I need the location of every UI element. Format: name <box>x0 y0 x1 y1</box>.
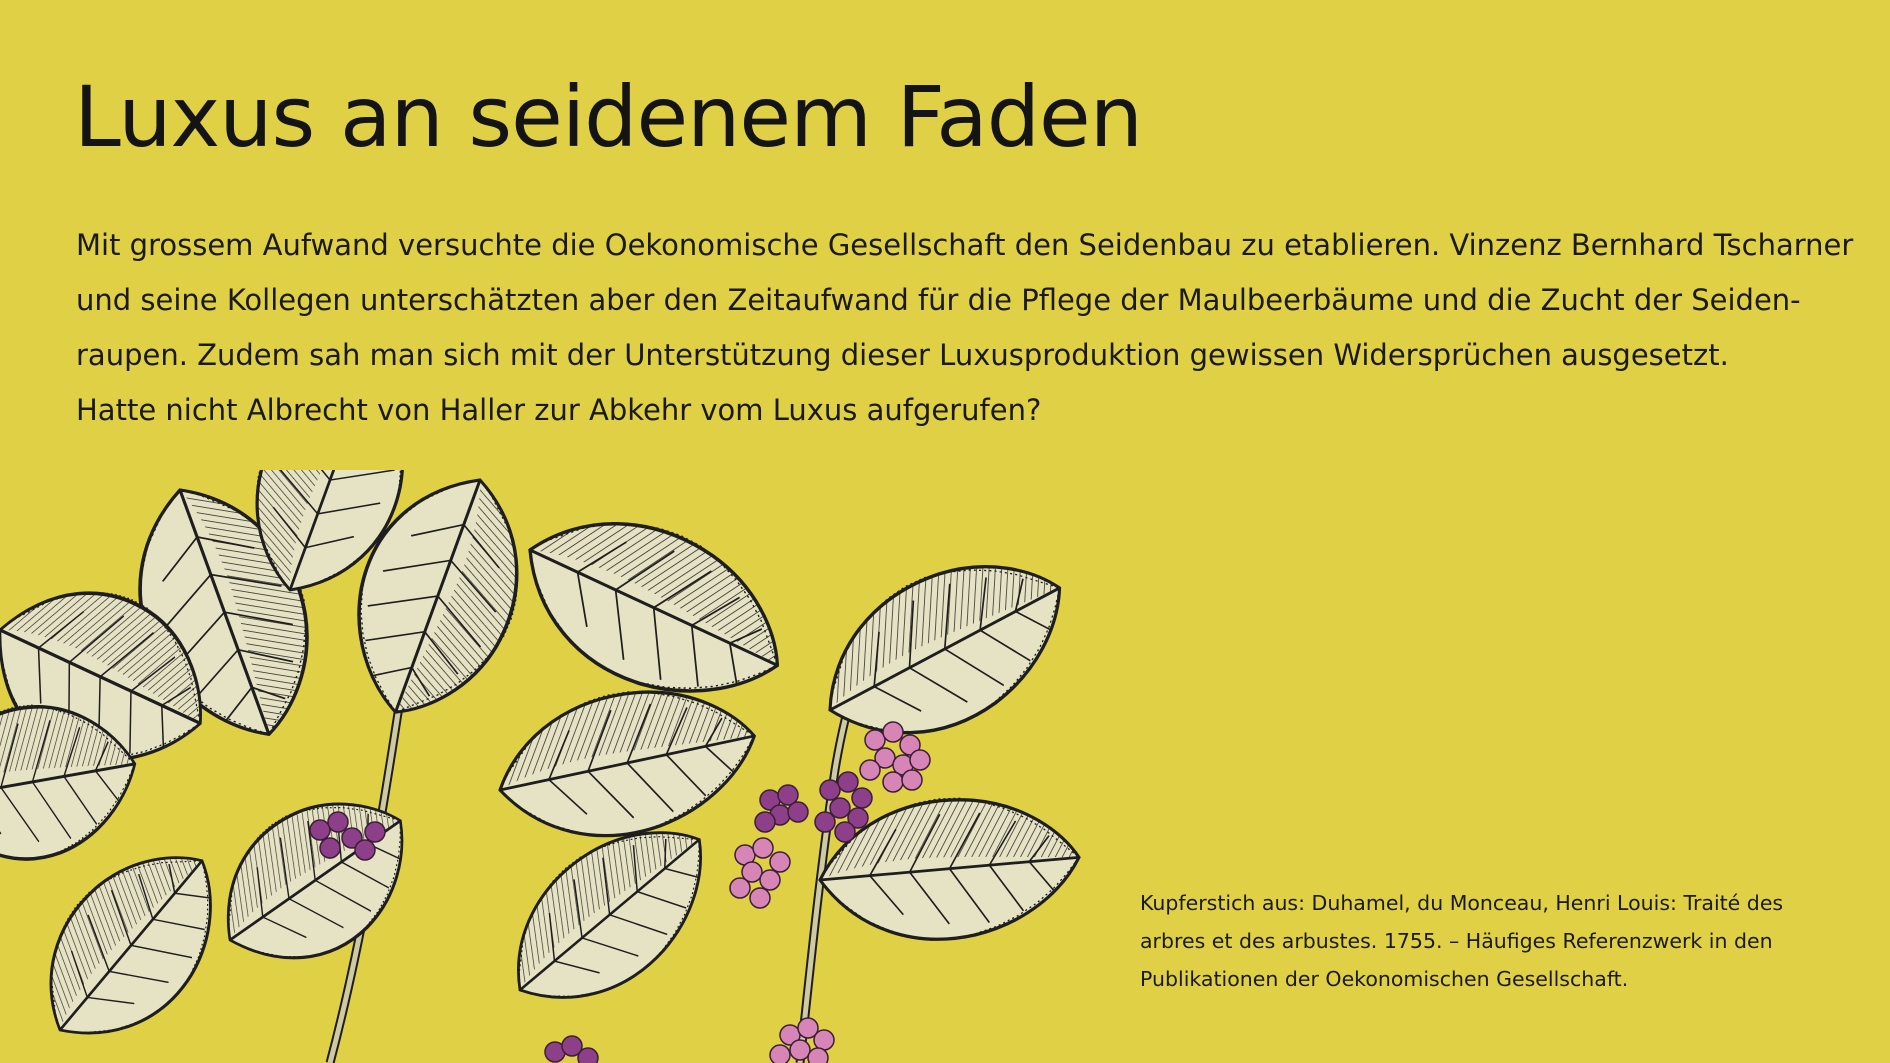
mulberry-branch-icon <box>0 470 1096 1063</box>
image-caption: Kupferstich aus: Duhamel, du Monceau, He… <box>1140 884 1860 998</box>
body-line: raupen. Zudem sah man sich mit der Unter… <box>76 338 1729 372</box>
mulberry-cluster-6 <box>769 1017 835 1063</box>
page-title: Luxus an seidenem Faden <box>74 68 1143 166</box>
mulberry-cluster-7 <box>544 1035 599 1063</box>
caption-line: Publikationen der Oekonomischen Gesellsc… <box>1140 967 1629 991</box>
mulberry-cluster-4 <box>729 837 791 909</box>
page: Luxus an seidenem Faden Mit grossem Aufw… <box>0 0 1890 1063</box>
mulberry-branch-illustration <box>0 470 1150 1063</box>
caption-line: arbres et des arbustes. 1755. – Häufiges… <box>1140 929 1773 953</box>
body-line: und seine Kollegen unterschätzten aber d… <box>76 283 1801 317</box>
body-line: Hatte nicht Albrecht von Haller zur Abke… <box>76 393 1042 427</box>
mulberry-cluster-3 <box>754 784 809 833</box>
body-line: Mit grossem Aufwand versuchte die Oekono… <box>76 228 1854 262</box>
body-paragraph: Mit grossem Aufwand versuchte die Oekono… <box>76 218 1856 438</box>
caption-line: Kupferstich aus: Duhamel, du Monceau, He… <box>1140 891 1784 915</box>
